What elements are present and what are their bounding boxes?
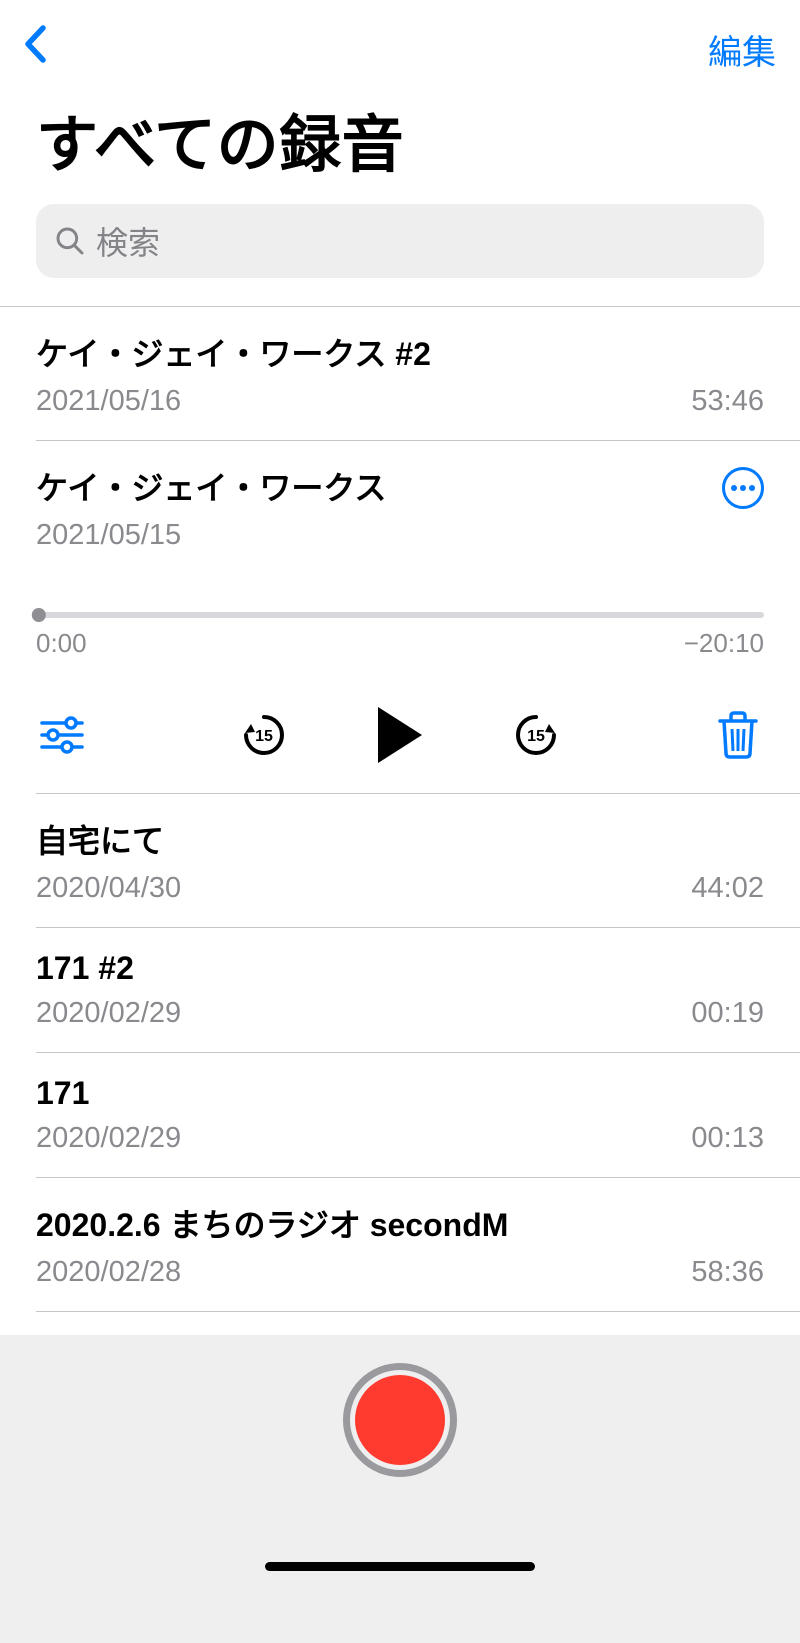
- skip-back-icon: 15: [240, 711, 288, 759]
- recording-duration: 58:36: [691, 1256, 764, 1289]
- recording-duration: 00:19: [691, 997, 764, 1030]
- playback-scrubber[interactable]: [36, 612, 764, 618]
- options-sliders-button[interactable]: [40, 713, 84, 757]
- recording-date: 2020/02/28: [36, 1256, 181, 1289]
- recording-item-expanded[interactable]: ケイ・ジェイ・ワークス 2021/05/15 0:00 −20:10: [0, 441, 800, 793]
- svg-text:15: 15: [255, 728, 273, 745]
- recording-item[interactable]: 2020.2.6 まちのラジオ secondM 2020/02/28 58:36: [0, 1178, 800, 1311]
- ellipsis-icon: [731, 485, 737, 491]
- remaining-time: −20:10: [684, 628, 764, 659]
- nav-bar: 編集: [0, 0, 800, 84]
- recording-title: 2020.2.6 まちのラジオ secondM: [36, 1200, 764, 1246]
- skip-forward-icon: 15: [512, 711, 560, 759]
- more-options-button[interactable]: [722, 467, 764, 509]
- page-title: すべての録音: [0, 84, 800, 204]
- trash-icon: [716, 711, 760, 759]
- sliders-icon: [40, 713, 84, 757]
- recording-item[interactable]: 自宅にて 2020/04/30 44:02: [0, 794, 800, 927]
- recording-duration: 44:02: [691, 872, 764, 905]
- record-button[interactable]: [343, 1363, 457, 1477]
- recording-duration: 53:46: [691, 385, 764, 418]
- record-toolbar: [0, 1335, 800, 1643]
- edit-button[interactable]: 編集: [708, 25, 776, 74]
- home-indicator[interactable]: [265, 1562, 535, 1571]
- recording-item[interactable]: ケイ・ジェイ・ワークス #2 2021/05/16 53:46: [0, 307, 800, 440]
- recording-item[interactable]: 171 2020/02/29 00:13: [0, 1053, 800, 1177]
- recording-date: 2021/05/16: [36, 385, 181, 418]
- search-input[interactable]: 検索: [36, 204, 764, 278]
- recording-date: 2021/05/15: [36, 519, 386, 552]
- recording-title: ケイ・ジェイ・ワークス: [36, 463, 386, 509]
- recording-title: 自宅にて: [36, 816, 764, 862]
- recording-title: 171: [36, 1075, 764, 1112]
- recording-duration: 00:13: [691, 1122, 764, 1155]
- back-button[interactable]: [24, 24, 46, 74]
- recording-date: 2020/04/30: [36, 872, 181, 905]
- recording-date: 2020/02/29: [36, 997, 181, 1030]
- recording-title: ケイ・ジェイ・ワークス #2: [36, 329, 764, 375]
- svg-text:15: 15: [527, 728, 545, 745]
- recording-item[interactable]: 171 #2 2020/02/29 00:19: [0, 928, 800, 1052]
- play-button[interactable]: [378, 707, 422, 763]
- search-placeholder: 検索: [96, 218, 160, 264]
- skip-forward-15-button[interactable]: 15: [512, 711, 560, 759]
- recording-date: 2020/02/29: [36, 1122, 181, 1155]
- skip-back-15-button[interactable]: 15: [240, 711, 288, 759]
- delete-button[interactable]: [716, 711, 760, 759]
- search-icon: [54, 225, 86, 257]
- elapsed-time: 0:00: [36, 628, 87, 659]
- scrubber-knob[interactable]: [32, 608, 46, 622]
- record-icon: [355, 1375, 445, 1465]
- recording-title: 171 #2: [36, 950, 764, 987]
